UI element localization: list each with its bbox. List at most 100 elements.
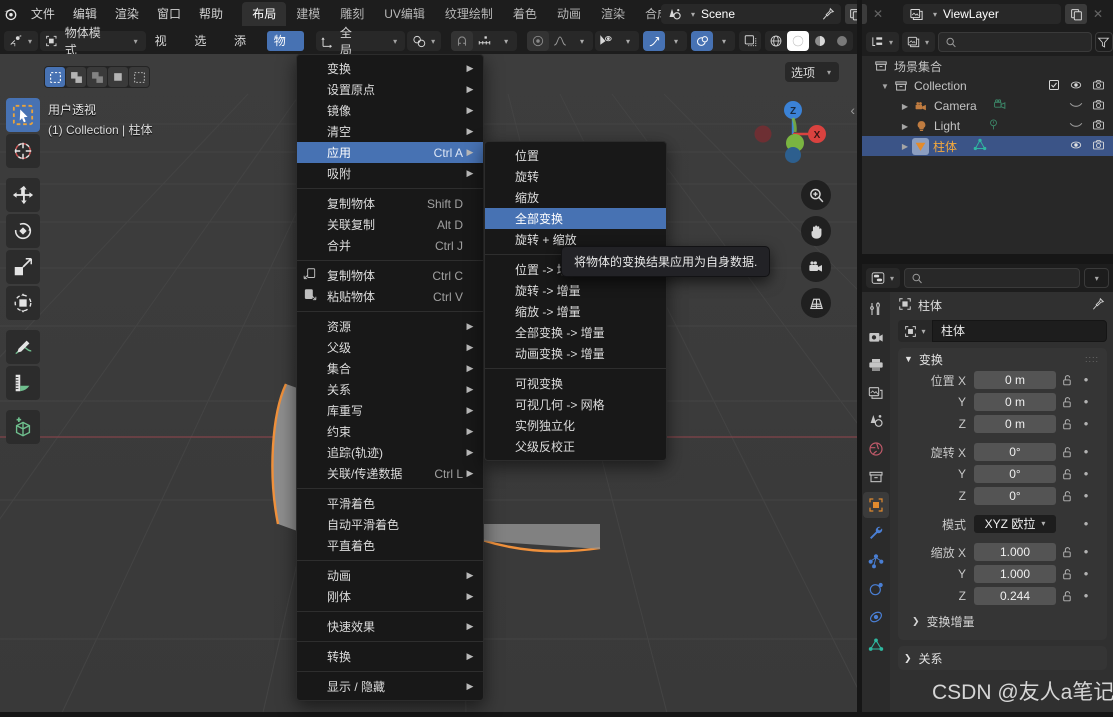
viewport-menu-object[interactable]: 物体	[266, 31, 305, 68]
proportional-edit-icon[interactable]	[527, 31, 550, 51]
add-cube-tool[interactable]	[6, 410, 40, 444]
menu-window[interactable]: 窗口	[148, 3, 190, 25]
tab-modeling[interactable]: 建模	[286, 2, 330, 26]
lock-open-icon[interactable]	[1056, 568, 1078, 581]
scale-y-row[interactable]: Y 1.000 •	[898, 564, 1107, 584]
rotation-y-value[interactable]: 0°	[974, 465, 1056, 483]
outliner-row-collection[interactable]: ▼ Collection	[862, 76, 1113, 96]
annotate-tool[interactable]	[6, 330, 40, 364]
tab-animation[interactable]: 动画	[547, 2, 591, 26]
object-tab[interactable]	[863, 492, 889, 518]
drag-grip-icon[interactable]: ::::	[1085, 354, 1099, 364]
lock-open-icon[interactable]	[1056, 374, 1078, 387]
render-tab[interactable]	[863, 324, 889, 350]
location-z-row[interactable]: Z 0 m •	[898, 414, 1107, 434]
apply-row-make-instances-real[interactable]: 实例独立化	[485, 415, 666, 436]
menu-row-constraints[interactable]: 约束 ▶	[297, 421, 483, 442]
outliner-display-mode-selector[interactable]: ▾	[866, 32, 900, 52]
viewport-menu-select[interactable]: 选择	[187, 31, 225, 68]
light-data-icon[interactable]	[960, 118, 1000, 134]
select-extend-icon[interactable]	[66, 67, 86, 87]
tab-shading[interactable]: 着色	[503, 2, 547, 26]
menu-help[interactable]: 帮助	[190, 3, 232, 25]
filter-funnel-icon[interactable]	[1094, 32, 1113, 52]
measure-tool[interactable]	[6, 366, 40, 400]
new-viewlayer-icon[interactable]	[1065, 4, 1087, 24]
tab-layout[interactable]: 布局	[242, 2, 287, 26]
apply-submenu-popup[interactable]: 位置 旋转 缩放 全部变换 旋转 + 缩放 位置 -> 增量 旋转 -> 增量 …	[484, 141, 667, 461]
material-preview-shading-icon[interactable]	[809, 31, 831, 51]
camera-render-icon[interactable]	[1092, 79, 1105, 94]
lock-open-icon[interactable]	[1056, 396, 1078, 409]
move-tool[interactable]	[6, 178, 40, 212]
lock-open-icon[interactable]	[1056, 590, 1078, 603]
apply-row-rotation[interactable]: 旋转	[485, 166, 666, 187]
new-scene-icon[interactable]	[844, 4, 867, 24]
apply-row-scale-to-deltas[interactable]: 缩放 -> 增量	[485, 301, 666, 322]
collection-tab[interactable]	[863, 464, 889, 490]
expand-arrow-icon[interactable]: ▶	[898, 142, 912, 151]
snap-increment-icon[interactable]	[473, 31, 495, 51]
viewport-menu-add[interactable]: 添加	[227, 31, 265, 68]
rotation-z-value[interactable]: 0°	[974, 487, 1056, 505]
select-intersect-icon[interactable]	[129, 67, 149, 87]
lock-open-icon[interactable]	[1056, 468, 1078, 481]
falloff-curve-icon[interactable]	[549, 31, 571, 51]
menu-row-set-origin[interactable]: 设置原点 ▶	[297, 79, 483, 100]
properties-options-chevron-icon[interactable]: ▾	[1084, 268, 1109, 288]
viewport-menu-view[interactable]: 视图	[148, 31, 186, 68]
menu-row-quick-effects[interactable]: 快速效果 ▶	[297, 616, 483, 637]
outliner-search-input[interactable]	[956, 35, 1085, 49]
menu-row-link-transfer-data[interactable]: 关联/传递数据 Ctrl L ▶	[297, 463, 483, 484]
outliner-row-scene-collection[interactable]: 场景集合	[862, 56, 1113, 76]
animate-property-dot[interactable]: •	[1078, 467, 1094, 480]
close-viewlayer-icon[interactable]: ✕	[1087, 4, 1109, 24]
location-y-row[interactable]: Y 0 m •	[898, 392, 1107, 412]
outliner-search-box[interactable]	[938, 32, 1092, 52]
tab-rendering[interactable]: 渲染	[591, 2, 635, 26]
camera-render-icon[interactable]	[1092, 119, 1105, 134]
transform-panel-header[interactable]: ▼ 变换 ::::	[898, 348, 1107, 370]
overlays-icon[interactable]	[691, 31, 714, 51]
menu-row-parent[interactable]: 父级 ▶	[297, 337, 483, 358]
rotation-x-value[interactable]: 0°	[974, 443, 1056, 461]
menu-row-apply[interactable]: 应用 Ctrl A ▶	[297, 142, 483, 163]
lock-open-icon[interactable]	[1056, 490, 1078, 503]
viewport-options-button[interactable]: 选项 ▾	[784, 62, 839, 82]
3d-viewport[interactable]: 用户透视 (1) Collection | 柱体 选项 ▾ ‹ Z X 变换 ▶…	[0, 54, 857, 717]
physics-tab[interactable]	[863, 576, 889, 602]
modifier-tab[interactable]	[863, 520, 889, 546]
apply-row-all-to-deltas[interactable]: 全部变换 -> 增量	[485, 322, 666, 343]
menu-row-collection[interactable]: 集合 ▶	[297, 358, 483, 379]
menu-row-convert[interactable]: 转换 ▶	[297, 646, 483, 667]
pivot-point-selector[interactable]: ▾	[407, 31, 442, 51]
rotation-y-row[interactable]: Y 0° •	[898, 464, 1107, 484]
lock-open-icon[interactable]	[1056, 546, 1078, 559]
apply-row-parent-inverse[interactable]: 父级反校正	[485, 436, 666, 457]
menu-row-mirror[interactable]: 镜像 ▶	[297, 100, 483, 121]
animate-property-dot[interactable]: •	[1078, 417, 1094, 430]
chevron-right-icon[interactable]: ❯	[912, 616, 920, 627]
apply-row-location[interactable]: 位置	[485, 145, 666, 166]
camera-view-icon[interactable]	[801, 252, 831, 282]
animate-property-dot[interactable]: •	[1078, 395, 1094, 408]
location-y-value[interactable]: 0 m	[974, 393, 1056, 411]
object-visibility-icon[interactable]	[595, 31, 617, 51]
select-set-icon[interactable]	[45, 67, 65, 87]
object-type-picker[interactable]: ▾	[898, 320, 932, 342]
relations-panel[interactable]: ❯ 关系	[898, 646, 1107, 670]
object-menu-popup[interactable]: 变换 ▶ 设置原点 ▶ 镜像 ▶ 清空 ▶ 应用 Ctrl A ▶ 吸附 ▶ 复制物体 Shif…	[296, 54, 484, 701]
lock-open-icon[interactable]	[1056, 446, 1078, 459]
object-name-input[interactable]: 柱体	[932, 320, 1107, 342]
xray-icon[interactable]	[739, 31, 761, 51]
animate-property-dot[interactable]: •	[1078, 567, 1094, 580]
menu-row-shade-smooth[interactable]: 平滑着色	[297, 493, 483, 514]
animate-property-dot[interactable]: •	[1078, 445, 1094, 458]
particles-tab[interactable]	[863, 548, 889, 574]
object-name-field[interactable]: ▾ 柱体	[898, 320, 1107, 342]
rotation-x-row[interactable]: 旋转 X 0° •	[898, 442, 1107, 462]
menu-row-transform[interactable]: 变换 ▶	[297, 58, 483, 79]
properties-body[interactable]: 柱体 ▾ 柱体 ▼ 变换 :::: 位置 X 0 m • Y 0 m • Z 0…	[890, 292, 1113, 717]
snap-options-chevron-icon[interactable]: ▾	[495, 31, 517, 51]
tool-tab[interactable]	[863, 296, 889, 322]
